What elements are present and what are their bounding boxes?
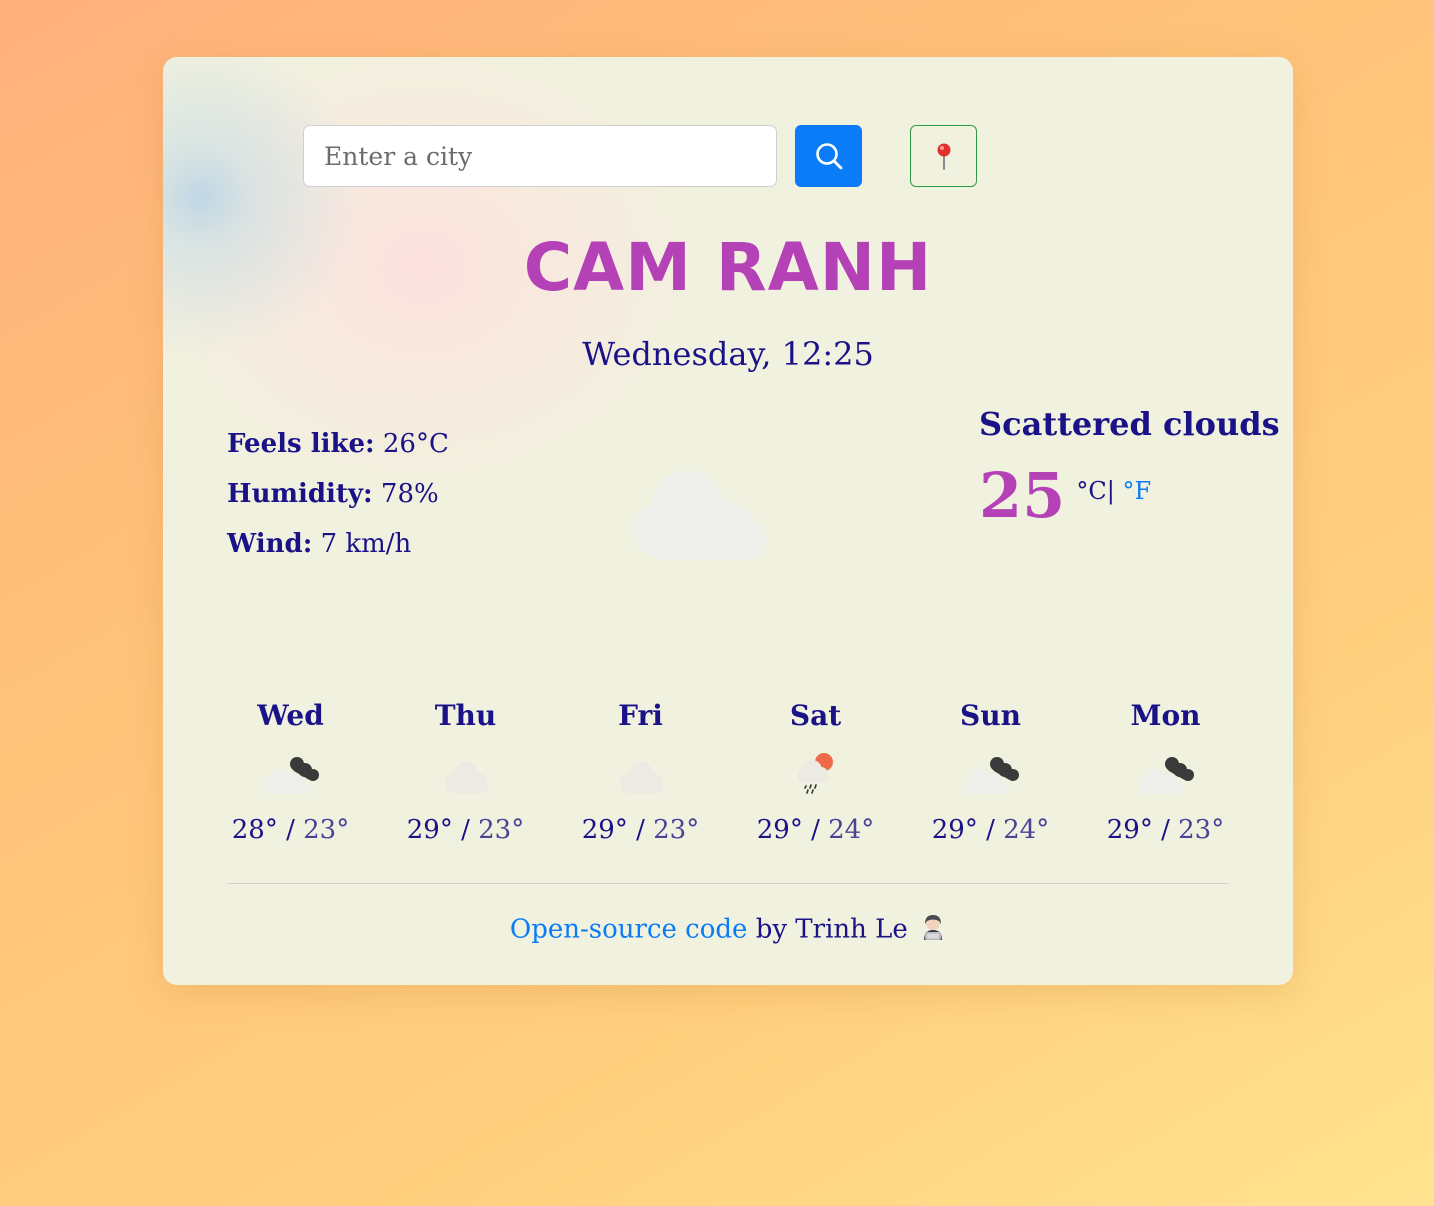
fahrenheit-link[interactable]: °F — [1122, 477, 1151, 505]
forecast-separator: / — [986, 815, 995, 845]
broken-clouds-icon — [264, 757, 319, 794]
forecast-separator: / — [461, 815, 470, 845]
technologist-icon — [920, 913, 946, 948]
forecast-min: 24° — [1003, 815, 1050, 845]
search-button[interactable] — [795, 125, 862, 187]
forecast-day-name: Wed — [257, 699, 324, 732]
divider — [227, 883, 1229, 884]
forecast-max: 29° — [931, 815, 978, 845]
feels-like-label: Feels like: — [227, 429, 375, 459]
footer-credit: by Trinh Le — [747, 914, 917, 945]
forecast-max: 29° — [406, 815, 453, 845]
forecast-day: Sat 29° / 24° — [728, 699, 903, 845]
current-location-button[interactable] — [910, 125, 977, 187]
date-time: Wednesday, 12:25 — [582, 335, 874, 373]
forecast-day-name: Sun — [960, 699, 1021, 732]
forecast-max: 29° — [756, 815, 803, 845]
humidity-value: 78% — [380, 479, 439, 509]
celsius-unit: °C| — [1076, 477, 1115, 505]
forecast-min: 23° — [303, 815, 350, 845]
weather-details: Feels like: 26°C Humidity: 78% Wind: 7 k… — [227, 424, 449, 574]
humidity-label: Humidity: — [227, 479, 373, 509]
forecast-temps: 29° / 23° — [1078, 815, 1253, 845]
forecast-separator: / — [636, 815, 645, 845]
forecast-day: Mon 29° / 23° — [1078, 699, 1253, 845]
forecast-max: 28° — [231, 815, 278, 845]
forecast-min: 23° — [653, 815, 700, 845]
forecast-temps: 28° / 23° — [203, 815, 378, 845]
forecast-day-name: Thu — [434, 699, 497, 732]
footer: Open-source code by Trinh Le — [163, 913, 1293, 948]
forecast-separator: / — [286, 815, 295, 845]
forecast-temps: 29° / 24° — [728, 815, 903, 845]
forecast-max: 29° — [581, 815, 628, 845]
few-clouds-icon — [619, 762, 663, 793]
city-search-input[interactable] — [303, 125, 777, 187]
feels-like-row: Feels like: 26°C — [227, 424, 449, 474]
cloud-icon — [625, 462, 775, 568]
forecast-temps: 29° / 23° — [553, 815, 728, 845]
forecast-separator: / — [811, 815, 820, 845]
forecast-min: 23° — [1178, 815, 1225, 845]
forecast-day: Fri 29° / 23° — [553, 699, 728, 845]
forecast-separator: / — [1161, 815, 1170, 845]
forecast-temps: 29° / 24° — [903, 815, 1078, 845]
forecast-day-name: Fri — [618, 699, 663, 732]
broken-clouds-icon — [1139, 757, 1194, 794]
wind-value: 7 km/h — [320, 529, 412, 559]
humidity-row: Humidity: 78% — [227, 474, 449, 524]
few-clouds-icon — [444, 762, 488, 793]
forecast: Wed 28° / 23° Thu 29° / 23° Fri 29° / 23… — [203, 699, 1253, 845]
forecast-day-name: Mon — [1130, 699, 1201, 732]
unit-toggle: °C| °F — [1076, 477, 1151, 505]
forecast-day: Sun 29° / 24° — [903, 699, 1078, 845]
city-name: CAM RANH — [523, 229, 933, 306]
forecast-day: Thu 29° / 23° — [378, 699, 553, 845]
forecast-min: 23° — [478, 815, 525, 845]
wind-row: Wind: 7 km/h — [227, 524, 449, 574]
temperature-value: 25 — [979, 459, 1066, 532]
weather-card: CAM RANH Wednesday, 12:25 Feels like: 26… — [163, 57, 1293, 985]
feels-like-value: 26°C — [382, 429, 449, 459]
broken-clouds-icon — [964, 757, 1019, 794]
source-code-link[interactable]: Open-source code — [510, 915, 748, 945]
search-icon — [815, 143, 842, 170]
weather-description: Scattered clouds — [979, 405, 1280, 443]
rain-icon — [796, 753, 833, 794]
current-temperature: 25 °C| °F — [979, 465, 1151, 527]
forecast-day-name: Sat — [789, 699, 842, 732]
wind-label: Wind: — [227, 529, 313, 559]
forecast-max: 29° — [1106, 815, 1153, 845]
forecast-temps: 29° / 23° — [378, 815, 553, 845]
forecast-min: 24° — [828, 815, 875, 845]
forecast-day: Wed 28° / 23° — [203, 699, 378, 845]
map-pin-icon — [937, 143, 950, 170]
